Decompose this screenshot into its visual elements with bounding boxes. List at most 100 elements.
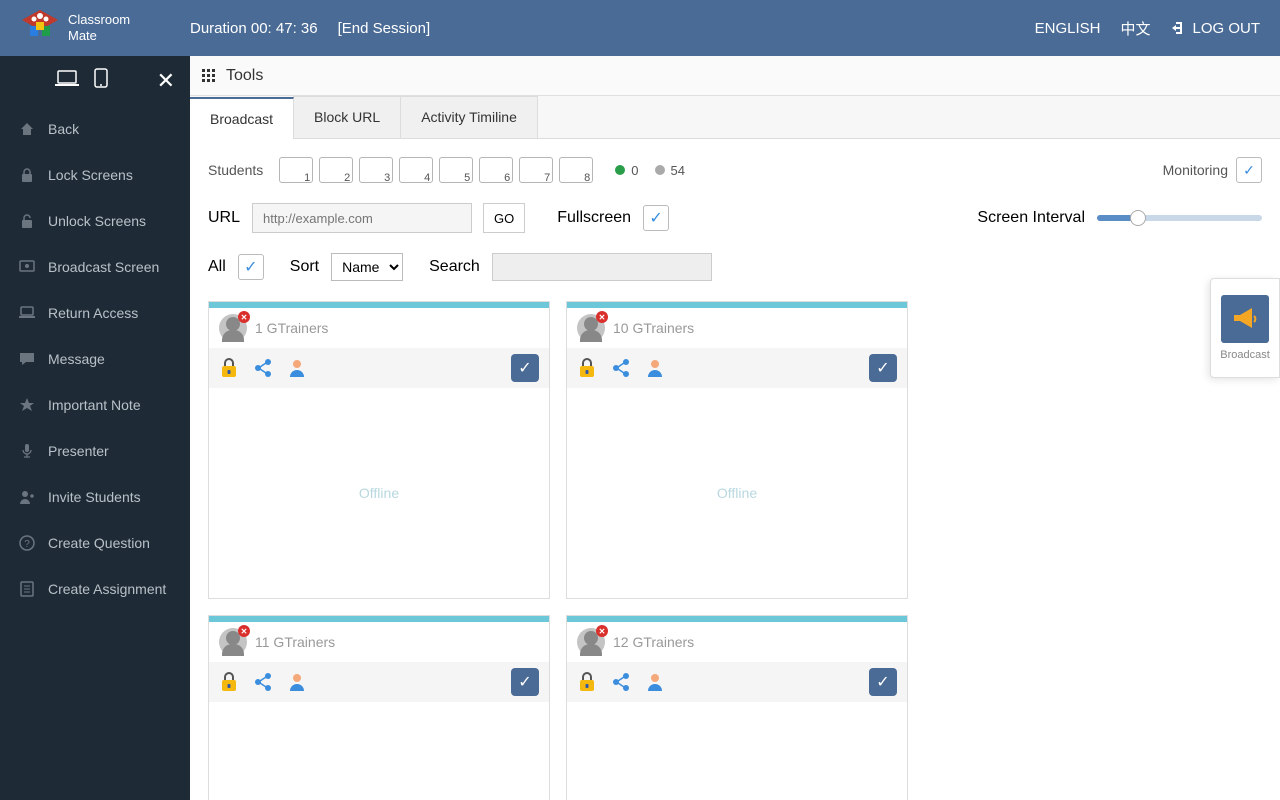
user-icon[interactable] [287,358,307,378]
sort-select[interactable]: Name [331,253,403,281]
sidebar-item-label: Presenter [48,443,109,459]
sidebar-item-important-note[interactable]: Important Note [0,382,190,428]
share-icon[interactable] [253,358,273,378]
status-badge-icon: ✕ [596,311,608,323]
avatar-icon: ✕ [577,314,605,342]
user-icon[interactable] [645,358,665,378]
sidebar-item-return-access[interactable]: Return Access [0,290,190,336]
laptop-icon[interactable] [55,68,79,94]
tools-title: Tools [226,67,263,85]
tab-activity-timiline[interactable]: Activity Timiline [400,96,538,138]
all-checkbox[interactable]: ✓ [238,254,264,280]
students-label: Students [208,162,263,178]
student-grid: ✕1 GTrainers✓Offline✕10 GTrainers✓Offlin… [190,291,1280,800]
monitoring-checkbox[interactable]: ✓ [1236,157,1262,183]
logout-button[interactable]: LOG OUT [1170,20,1260,37]
lock-icon[interactable] [219,358,239,378]
sidebar-item-broadcast-screen[interactable]: Broadcast Screen [0,244,190,290]
student-card: ✕10 GTrainers✓Offline [566,301,908,599]
svg-text:?: ? [24,539,30,550]
status-badge-icon: ✕ [238,311,250,323]
sidebar-item-unlock-screens[interactable]: Unlock Screens [0,198,190,244]
sidebar-item-label: Create Assignment [48,581,166,597]
card-body: Offline [567,388,907,598]
layout-option-4[interactable]: 4 [399,157,433,183]
lang-english[interactable]: ENGLISH [1035,20,1101,37]
brand-line2: Mate [68,28,130,44]
user-icon[interactable] [287,672,307,692]
card-header: ✕ 12 GTrainers [567,622,907,662]
select-checkbox[interactable]: ✓ [869,354,897,382]
all-label: All [208,258,226,276]
logo-text: Classroom Mate [68,12,130,43]
select-checkbox[interactable]: ✓ [511,668,539,696]
sidebar-item-create-question[interactable]: ? Create Question [0,520,190,566]
layout-option-6[interactable]: 6 [479,157,513,183]
tab-block-url[interactable]: Block URL [293,96,401,138]
tab-broadcast[interactable]: Broadcast [190,97,294,139]
card-body: Offline [209,702,549,800]
select-checkbox[interactable]: ✓ [511,354,539,382]
broadcast-float-label: Broadcast [1220,349,1270,361]
card-header: ✕ 1 GTrainers [209,308,549,348]
student-name: 1 GTrainers [255,320,328,336]
user-icon[interactable] [645,672,665,692]
end-session-link[interactable]: [End Session] [338,20,431,37]
sidebar-item-label: Important Note [48,397,141,413]
lock-icon[interactable] [219,672,239,692]
lock-icon[interactable] [577,358,597,378]
url-input[interactable] [252,203,472,233]
share-icon[interactable] [253,672,273,692]
student-card: ✕1 GTrainers✓Offline [208,301,550,599]
select-checkbox[interactable]: ✓ [869,668,897,696]
sidebar-item-back[interactable]: Back [0,106,190,152]
sidebar-item-presenter[interactable]: Presenter [0,428,190,474]
student-card: ✕ 12 GTrainers ✓ [566,615,908,800]
layout-option-7[interactable]: 7 [519,157,553,183]
screen-interval-slider[interactable] [1097,215,1262,221]
sidebar-item-lock-screens[interactable]: Lock Screens [0,152,190,198]
message-icon [18,350,36,368]
go-button[interactable]: GO [483,203,525,233]
student-name: 11 GTrainers [255,634,335,650]
offline-dot-icon [655,165,665,175]
card-actions: ✓ [209,662,549,702]
online-dot-icon [615,165,625,175]
layout-option-2[interactable]: 2 [319,157,353,183]
search-input[interactable] [492,253,712,281]
sort-label: Sort [290,258,319,276]
layout-option-1[interactable]: 1 [279,157,313,183]
mic-icon [18,442,36,460]
sidebar-item-label: Create Question [48,535,150,551]
close-icon[interactable]: ✕ [157,68,175,94]
lang-chinese[interactable]: 中文 [1120,18,1150,39]
sidebar-item-message[interactable]: Message [0,336,190,382]
main-content: Tools BroadcastBlock URLActivity Timilin… [190,56,1280,800]
tools-bar: Tools [190,56,1280,96]
question-icon: ? [18,534,36,552]
status-badge-icon: ✕ [596,625,608,637]
status-badge-icon: ✕ [238,625,250,637]
controls-panel: Students 12345678 0 54 Monitoring ✓ URL [190,139,1280,291]
broadcast-float-button[interactable]: Broadcast [1210,278,1280,378]
layout-option-3[interactable]: 3 [359,157,393,183]
sidebar-item-label: Back [48,121,79,137]
sidebar-item-label: Lock Screens [48,167,133,183]
tablet-icon[interactable] [94,68,108,94]
student-name: 12 GTrainers [613,634,694,650]
userplus-icon [18,488,36,506]
sidebar-item-label: Invite Students [48,489,141,505]
share-icon[interactable] [611,358,631,378]
layout-option-8[interactable]: 8 [559,157,593,183]
avatar-icon: ✕ [219,314,247,342]
students-row: Students 12345678 0 54 Monitoring ✓ [208,157,1262,183]
fullscreen-checkbox[interactable]: ✓ [643,205,669,231]
sidebar-item-create-assignment[interactable]: Create Assignment [0,566,190,612]
lock-icon[interactable] [577,672,597,692]
layout-option-5[interactable]: 5 [439,157,473,183]
logo-icon [20,8,60,48]
sidebar-item-label: Unlock Screens [48,213,146,229]
sidebar-item-invite-students[interactable]: Invite Students [0,474,190,520]
share-icon[interactable] [611,672,631,692]
sidebar-item-label: Broadcast Screen [48,259,159,275]
